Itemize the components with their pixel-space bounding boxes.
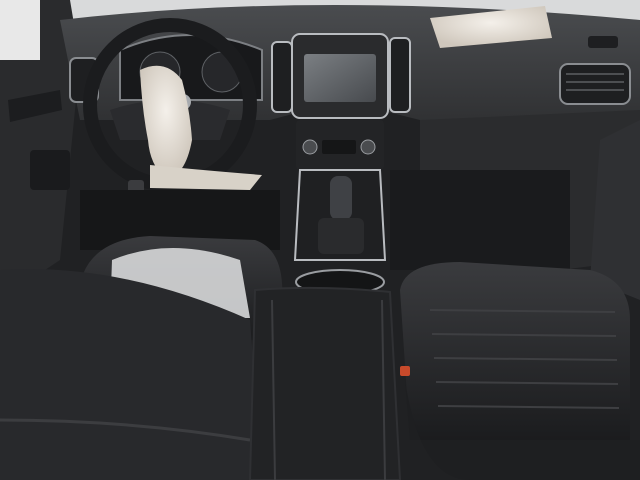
climate-knob-left — [302, 139, 318, 155]
air-vent-icon — [588, 36, 618, 48]
climate-knob-right — [360, 139, 376, 155]
seat-icon — [400, 262, 630, 440]
seatbelt-buckle — [400, 366, 410, 376]
car-interior-photo — [0, 0, 640, 480]
air-vent-icon — [271, 41, 293, 113]
window-switch-panel — [30, 150, 70, 190]
climate-display — [322, 140, 356, 154]
passenger-footwell — [390, 170, 570, 270]
left-window-light — [0, 0, 40, 60]
air-vent-icon — [559, 63, 631, 105]
shifter-boot — [318, 218, 364, 254]
infotainment-screen-icon — [304, 54, 376, 102]
air-vent-icon — [389, 37, 411, 113]
gear-shifter-icon — [330, 176, 352, 220]
interior-illustration — [0, 0, 640, 480]
